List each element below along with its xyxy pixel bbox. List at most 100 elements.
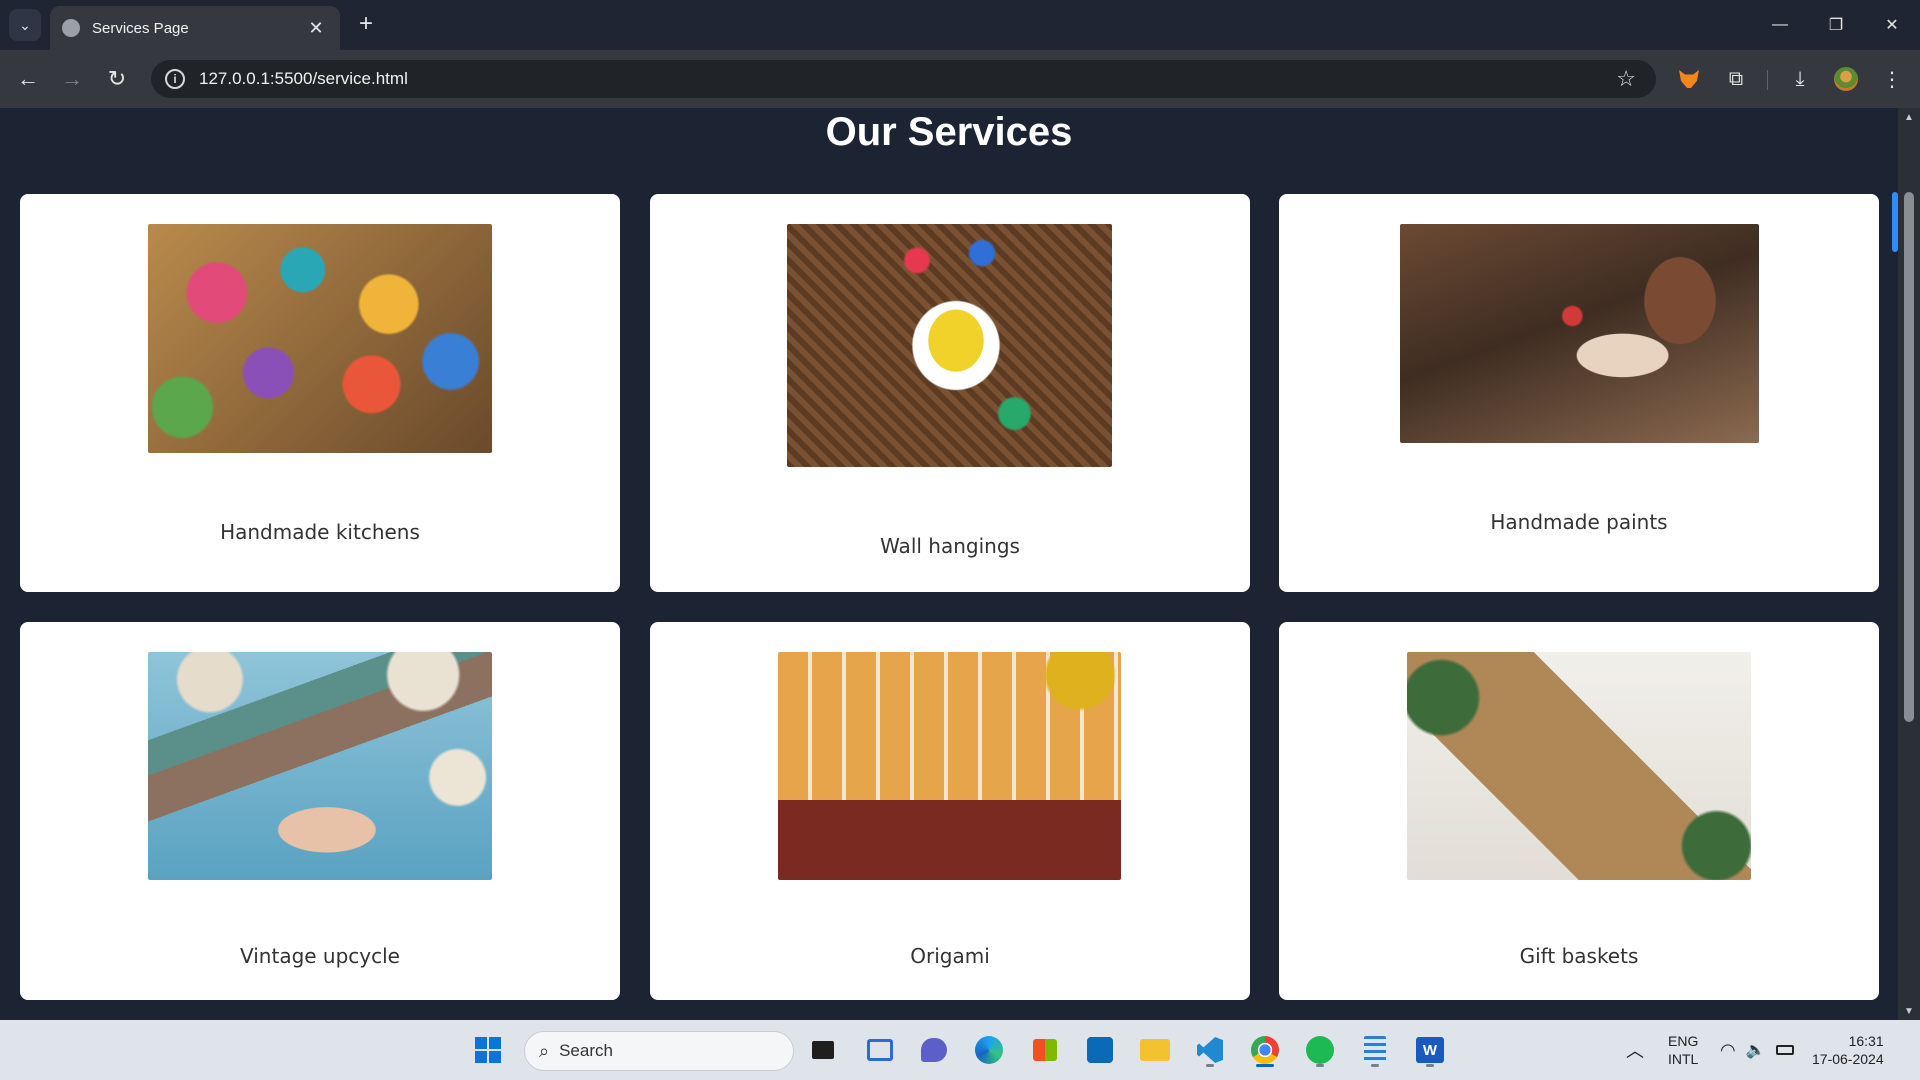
quick-settings-button[interactable]: ◠ 🔈 (1720, 1020, 1794, 1080)
site-info-icon[interactable]: i (165, 69, 185, 89)
app-button[interactable] (1080, 1030, 1120, 1070)
window-close-button[interactable]: ✕ (1864, 0, 1920, 50)
service-label: Wall hangings (880, 534, 1020, 558)
forward-button[interactable]: → (56, 63, 88, 95)
spotify-icon (1306, 1036, 1334, 1064)
service-image (1407, 652, 1751, 880)
taskbar-search-label: Search (559, 1041, 613, 1060)
taskbar-search-box[interactable]: ⌕ Search (524, 1031, 794, 1071)
tab-services[interactable]: Services Page ✕ (50, 6, 340, 50)
service-card-wall-hangings[interactable]: Wall hangings (650, 194, 1250, 592)
avatar (1834, 67, 1858, 91)
volume-icon: 🔈 (1745, 1042, 1766, 1059)
extensions-button[interactable]: ⧉ (1720, 63, 1752, 95)
chrome-button[interactable] (1245, 1030, 1285, 1070)
task-view-button[interactable] (803, 1030, 843, 1070)
chat-button[interactable] (914, 1030, 954, 1070)
active-indicator (1256, 1064, 1274, 1067)
clock-button[interactable]: 16:31 17-06-2024 (1812, 1020, 1884, 1080)
file-explorer-button[interactable] (1135, 1030, 1175, 1070)
battery-icon (1775, 1045, 1794, 1055)
address-bar[interactable]: i 127.0.0.1:5500/service.html ☆ (151, 60, 1656, 98)
word-button[interactable]: W (1410, 1030, 1450, 1070)
url-text[interactable]: 127.0.0.1:5500/service.html (199, 69, 1616, 89)
page-scrollbar[interactable]: ▲ ▼ (1898, 108, 1920, 1020)
service-card-gift-baskets[interactable]: Gift baskets (1279, 622, 1879, 1000)
store-button[interactable] (1025, 1030, 1065, 1070)
service-label: Handmade kitchens (220, 520, 420, 544)
service-label: Origami (910, 944, 990, 968)
show-hidden-icons-button[interactable]: ︿ (1626, 1020, 1644, 1080)
downloads-button[interactable]: ⤓ (1784, 63, 1816, 95)
puzzle-icon: ⧉ (1728, 67, 1744, 90)
profile-button[interactable] (1830, 63, 1862, 95)
running-indicator (1371, 1064, 1379, 1067)
widgets-button[interactable] (860, 1030, 900, 1070)
language-indicator[interactable]: ENG INTL (1668, 1020, 1698, 1080)
clock: 16:31 17-06-2024 (1812, 1032, 1884, 1068)
edge-button[interactable] (969, 1030, 1009, 1070)
toolbar-divider (1767, 70, 1768, 90)
running-indicator (1426, 1064, 1434, 1067)
scroll-up-arrow-icon[interactable]: ▲ (1898, 108, 1920, 126)
keyboard-layout: INTL (1668, 1051, 1699, 1067)
search-icon: ⌕ (539, 1040, 550, 1061)
arrow-right-icon: → (61, 66, 83, 91)
reload-icon: ↻ (107, 66, 127, 91)
service-card-vintage-upcycle[interactable]: Vintage upcycle (20, 622, 620, 1000)
tab-title: Services Page (92, 19, 189, 37)
scroll-thumb[interactable] (1904, 192, 1914, 722)
tab-strip: ⌄ Services Page ✕ + — ❐ ✕ (0, 0, 1920, 50)
store-icon (1033, 1039, 1057, 1061)
language-code: ENG (1668, 1033, 1699, 1049)
word-icon: W (1416, 1037, 1444, 1063)
globe-icon (62, 19, 80, 37)
service-image (148, 652, 492, 880)
notepad-button[interactable] (1355, 1030, 1395, 1070)
start-button[interactable] (468, 1030, 508, 1070)
download-icon: ⤓ (1795, 67, 1805, 90)
metamask-extension-button[interactable] (1673, 63, 1705, 95)
spotify-button[interactable] (1300, 1030, 1340, 1070)
service-image (1400, 224, 1759, 443)
service-label: Handmade paints (1490, 510, 1668, 534)
wifi-icon: ◠ (1720, 1039, 1736, 1060)
windows-taskbar: ⌕ Search W ︿ ENG INTL ◠ 🔈 16:31 17-06-20… (0, 1020, 1920, 1080)
language-text: ENG INTL (1668, 1032, 1698, 1068)
vscode-icon (1197, 1037, 1223, 1063)
running-indicator (1316, 1064, 1324, 1067)
vscode-button[interactable] (1190, 1030, 1230, 1070)
bookmark-star-icon[interactable]: ☆ (1616, 66, 1636, 92)
fox-icon (1679, 70, 1699, 88)
kebab-menu-icon: ⋮ (1882, 68, 1902, 91)
service-card-handmade-kitchens[interactable]: Handmade kitchens (20, 194, 620, 592)
tab-close-button[interactable]: ✕ (304, 18, 328, 39)
restore-button[interactable]: ❐ (1808, 0, 1864, 50)
tab-search-button[interactable]: ⌄ (9, 9, 41, 41)
app-icon (1087, 1037, 1113, 1063)
file-explorer-icon (1140, 1039, 1170, 1061)
browser-toolbar: ← → ↻ i 127.0.0.1:5500/service.html ☆ ⧉ … (0, 50, 1920, 108)
browser-menu-button[interactable]: ⋮ (1876, 63, 1908, 95)
chat-icon (921, 1038, 947, 1062)
back-button[interactable]: ← (12, 63, 44, 95)
reload-button[interactable]: ↻ (101, 63, 133, 95)
arrow-left-icon: ← (17, 66, 39, 91)
chevron-down-icon: ⌄ (19, 16, 31, 33)
minimize-button[interactable]: — (1752, 0, 1808, 50)
edge-icon (975, 1036, 1003, 1064)
widgets-icon (867, 1039, 893, 1061)
service-image (778, 652, 1121, 880)
service-card-origami[interactable]: Origami (650, 622, 1250, 1000)
new-tab-button[interactable]: + (352, 11, 380, 39)
windows-logo-icon (475, 1037, 501, 1063)
scroll-down-arrow-icon[interactable]: ▼ (1898, 1002, 1920, 1020)
service-label: Gift baskets (1519, 944, 1639, 968)
service-label: Vintage upcycle (240, 944, 400, 968)
page-viewport: Our Services Handmade kitchens Wall hang… (0, 108, 1898, 1020)
page-title: Our Services (825, 110, 1073, 154)
chrome-icon (1251, 1036, 1279, 1064)
clock-date: 17-06-2024 (1812, 1051, 1884, 1067)
service-card-handmade-paints[interactable]: Handmade paints (1279, 194, 1879, 592)
service-image (148, 224, 492, 453)
